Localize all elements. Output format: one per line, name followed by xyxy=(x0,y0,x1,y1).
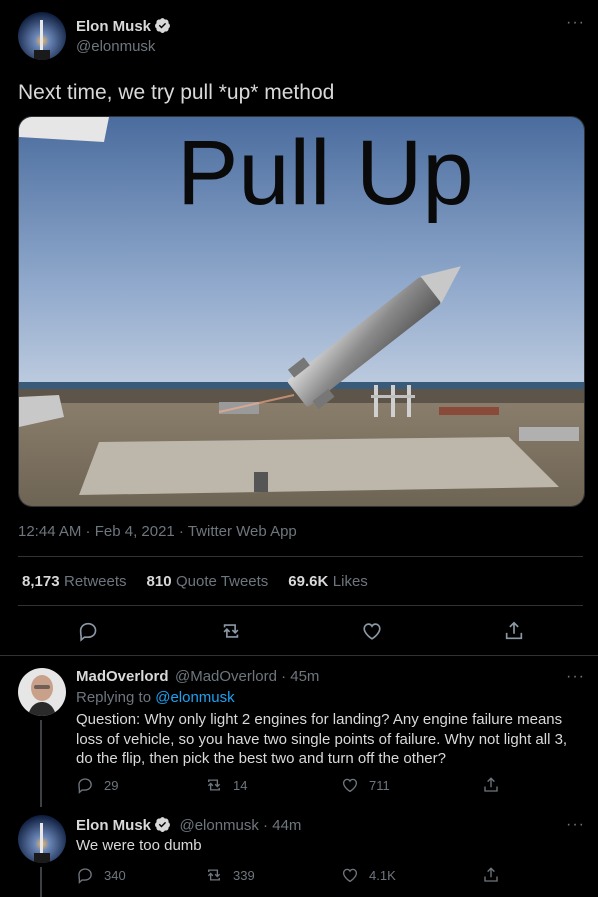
reply-avatar[interactable] xyxy=(18,668,66,716)
retweet-icon xyxy=(207,869,221,881)
like-icon[interactable] xyxy=(361,620,383,642)
retweets-label: Retweets xyxy=(64,573,127,590)
replying-to-link[interactable]: @elonmusk xyxy=(155,689,234,706)
section-divider xyxy=(0,655,598,656)
likes-count: 69.6K xyxy=(288,573,329,590)
like-action[interactable]: 711 xyxy=(341,776,390,794)
reply-text: Question: Why only light 2 engines for l… xyxy=(76,711,568,767)
thread-line xyxy=(40,867,42,897)
retweet-icon xyxy=(207,779,221,791)
quotes-label: Quote Tweets xyxy=(176,573,269,590)
author-handle[interactable]: @elonmusk xyxy=(76,38,155,55)
reply-count: 29 xyxy=(104,777,119,793)
reply-author-name[interactable]: Elon Musk xyxy=(76,817,151,834)
tweet-stats: 8,173 Retweets 810 Quote Tweets 69.6K Li… xyxy=(22,573,368,591)
like-count: 711 xyxy=(369,777,390,793)
replying-prefix: Replying to xyxy=(76,689,152,706)
retweet-action[interactable]: 339 xyxy=(205,866,255,884)
likes-stat[interactable]: 69.6K Likes xyxy=(288,573,368,591)
share-action[interactable] xyxy=(482,866,500,884)
retweet-count: 14 xyxy=(233,777,248,793)
reply-author-handle[interactable]: @MadOverlord · 45m xyxy=(175,668,319,685)
reply-action[interactable]: 340 xyxy=(76,866,126,884)
reply-author-handle[interactable]: @elonmusk · 44m xyxy=(179,817,301,834)
reply-author-name[interactable]: MadOverlord xyxy=(76,668,169,685)
reply-count: 340 xyxy=(104,867,126,883)
more-dots-icon[interactable]: ··· xyxy=(566,816,585,834)
like-icon xyxy=(342,868,358,883)
likes-label: Likes xyxy=(332,573,368,590)
tweet-text: Next time, we try pull *up* method xyxy=(18,81,335,104)
divider xyxy=(18,605,583,606)
more-dots-icon[interactable]: ··· xyxy=(566,668,585,686)
verified-badge-icon xyxy=(155,817,170,832)
reply-icon xyxy=(78,868,92,884)
verified-badge-icon xyxy=(155,18,170,33)
retweets-stat[interactable]: 8,173 Retweets xyxy=(22,573,127,591)
retweets-count: 8,173 xyxy=(22,573,60,590)
share-icon xyxy=(484,867,498,882)
author-avatar[interactable] xyxy=(18,12,66,60)
like-count: 4.1K xyxy=(369,867,396,883)
tweet-image[interactable]: Pull Up xyxy=(18,116,585,507)
like-action[interactable]: 4.1K xyxy=(341,866,396,884)
share-icon[interactable] xyxy=(503,620,525,642)
like-icon xyxy=(342,778,358,793)
retweet-action[interactable]: 14 xyxy=(205,776,247,794)
reply-icon xyxy=(78,778,92,794)
retweet-count: 339 xyxy=(233,867,255,883)
reply-avatar[interactable] xyxy=(18,815,66,863)
reply-action[interactable]: 29 xyxy=(76,776,118,794)
more-dots-icon[interactable]: ··· xyxy=(566,14,585,32)
quotes-stat[interactable]: 810 Quote Tweets xyxy=(147,573,269,591)
tweet-timestamp[interactable]: 12:44 AM · Feb 4, 2021 · Twitter Web App xyxy=(18,523,297,540)
quotes-count: 810 xyxy=(146,573,172,590)
retweet-icon[interactable] xyxy=(220,620,242,642)
author-name[interactable]: Elon Musk xyxy=(76,18,151,35)
reply-text: We were too dumb xyxy=(76,837,202,854)
share-icon xyxy=(484,777,498,792)
share-action[interactable] xyxy=(482,776,500,794)
reply-icon[interactable] xyxy=(77,620,99,642)
thread-line xyxy=(40,720,42,807)
image-caption: Pull Up xyxy=(177,122,474,224)
divider xyxy=(18,556,583,557)
